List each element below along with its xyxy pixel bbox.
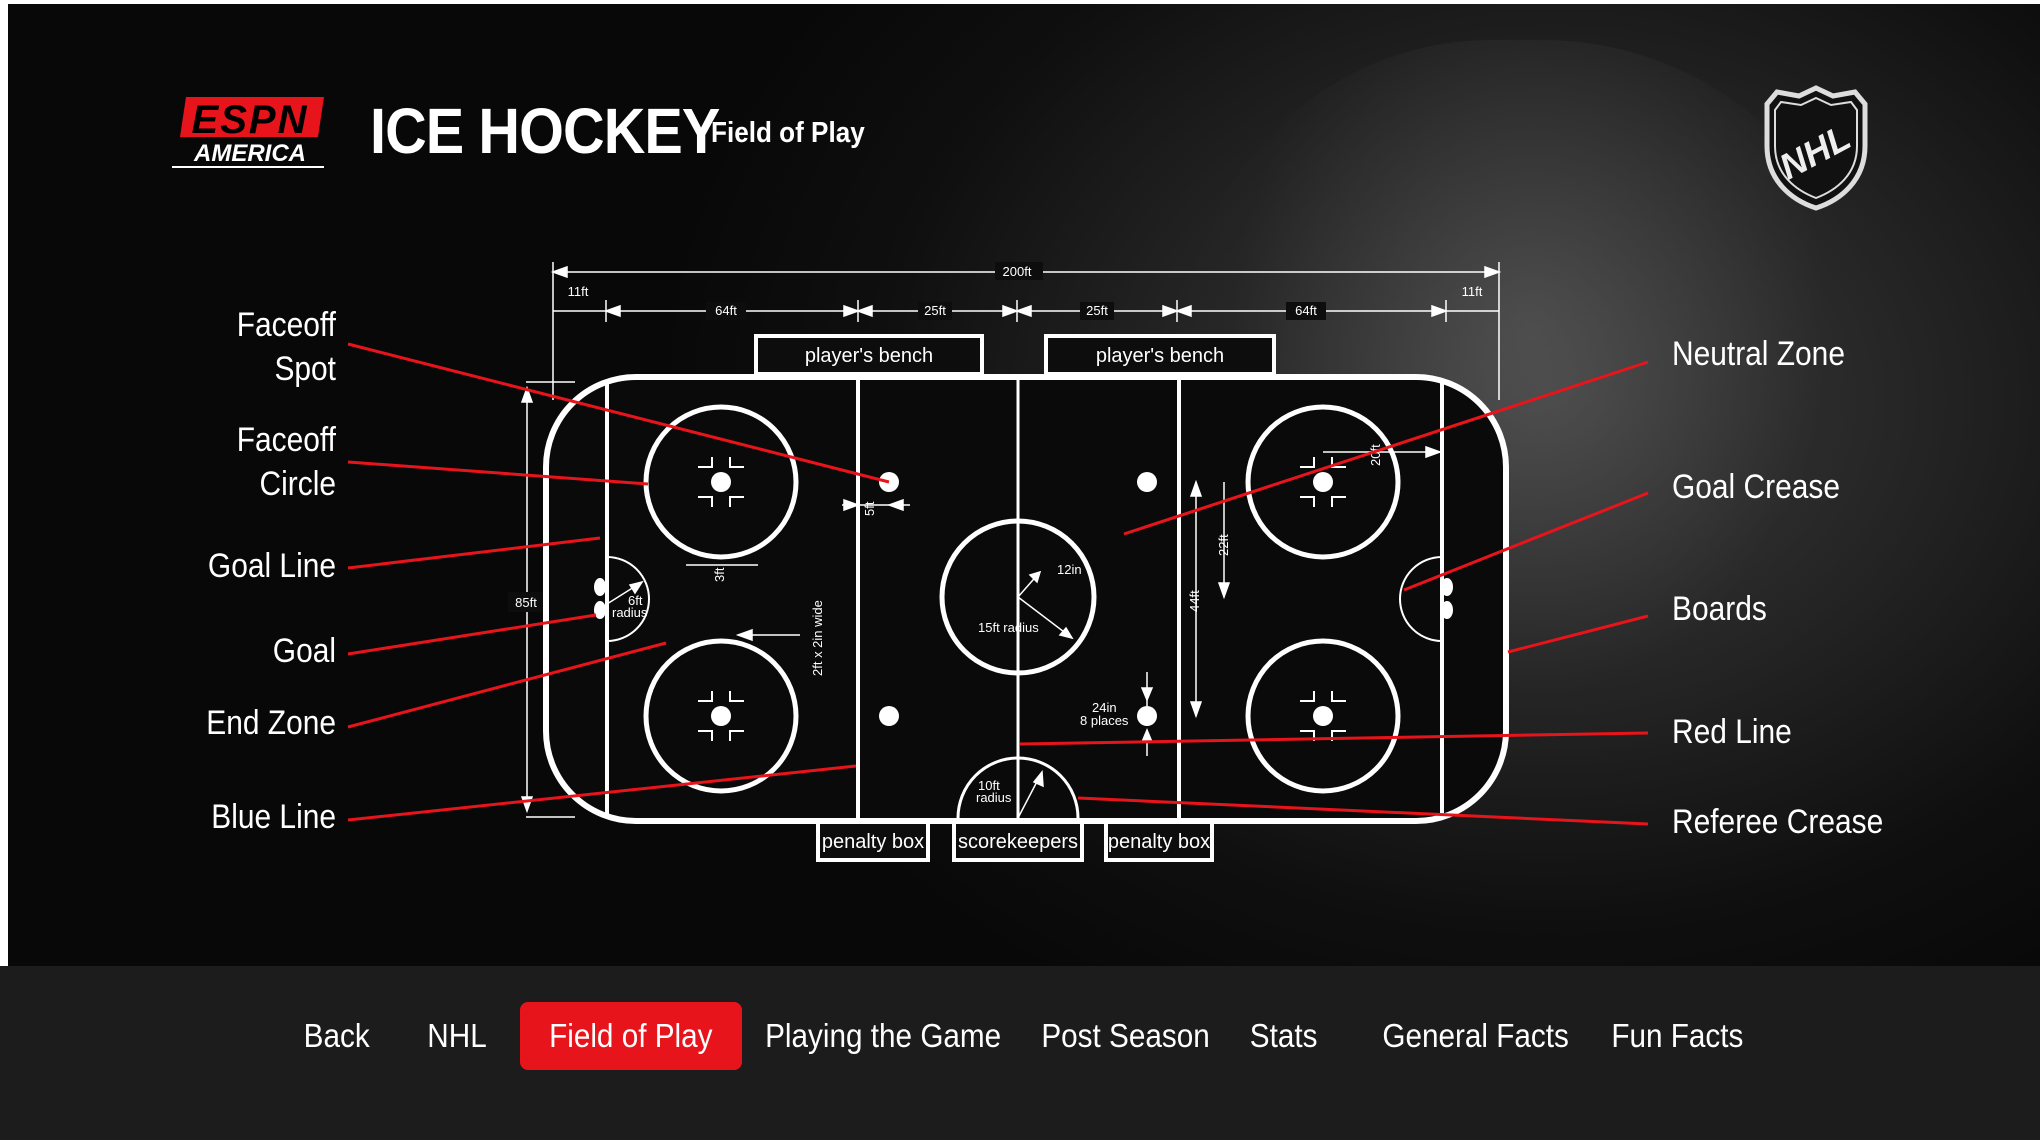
label-red-line: Red Line xyxy=(1672,713,1792,751)
label-goal-crease: Goal Crease xyxy=(1672,468,1840,506)
label-boards: Boards xyxy=(1672,590,1767,628)
benches: player's bench player's bench xyxy=(754,334,1276,376)
bench-left-label: player's bench xyxy=(805,345,933,367)
label-faceoff-spot: Faceoff Spot xyxy=(236,306,336,388)
app-screen: ESPN AMERICA ICE HOCKEY Field of Play NH… xyxy=(0,0,2040,1140)
dim-end-right: 11ft xyxy=(1462,284,1483,299)
nav-stats[interactable]: Stats xyxy=(1246,1002,1321,1070)
nav-post-season[interactable]: Post Season xyxy=(1032,1002,1219,1070)
scorekeepers-label: scorekeepers xyxy=(958,831,1078,853)
dim-spot-distance: 5ft xyxy=(862,501,877,516)
dim-spot-offset: 3ft xyxy=(712,567,727,582)
dim-center-radius: 15ft radius xyxy=(978,620,1039,635)
dim-referee-radius-2: radius xyxy=(976,790,1012,805)
penalty-left-label: penalty box xyxy=(822,831,924,853)
pointer-boards xyxy=(1507,614,1649,654)
dim-neutral-right: 25ft xyxy=(1086,303,1108,318)
rink xyxy=(543,374,1509,824)
dim-neutral-left: 25ft xyxy=(924,303,946,318)
label-neutral-zone: Neutral Zone xyxy=(1672,335,1845,373)
nav-fun-facts[interactable]: Fun Facts xyxy=(1604,1002,1751,1070)
rink-boards xyxy=(543,374,1509,824)
dim-crease-radius-2: radius xyxy=(612,605,648,620)
label-goal-line: Goal Line xyxy=(207,547,336,585)
nav-back[interactable]: Back xyxy=(300,1002,373,1070)
label-referee-crease: Referee Crease xyxy=(1672,803,1884,841)
label-blue-line: Blue Line xyxy=(211,798,336,836)
label-end-zone: End Zone xyxy=(206,704,336,742)
dim-end-left: 11ft xyxy=(568,284,589,299)
dim-circle-to-board: 20ft xyxy=(1368,444,1383,466)
bottom-boxes: penalty box scorekeepers penalty box xyxy=(816,820,1214,862)
nav-nhl[interactable]: NHL xyxy=(424,1002,490,1070)
label-goal: Goal xyxy=(272,632,336,670)
dim-circle-offset: 22ft xyxy=(1216,534,1231,556)
nav-general-facts[interactable]: General Facts xyxy=(1372,1002,1579,1070)
dim-total-length: 200ft xyxy=(1003,264,1032,279)
dim-zone-left: 64ft xyxy=(715,303,737,318)
dim-circle-spacing: 44ft xyxy=(1187,590,1202,612)
penalty-right-label: penalty box xyxy=(1108,831,1210,853)
nav-playing-the-game[interactable]: Playing the Game xyxy=(752,1002,1014,1070)
dim-neutral-spot-2: 8 places xyxy=(1080,713,1129,728)
label-faceoff-circle: Faceoff Circle xyxy=(236,421,336,503)
nav-field-of-play[interactable]: Field of Play xyxy=(520,1002,742,1070)
bench-right-label: player's bench xyxy=(1096,345,1224,367)
dim-width: 85ft xyxy=(515,595,537,610)
dim-zone-right: 64ft xyxy=(1295,303,1317,318)
dim-center-dot: 12in xyxy=(1057,562,1082,577)
dim-blue-line-width: 2ft x 2in wide xyxy=(810,600,825,676)
